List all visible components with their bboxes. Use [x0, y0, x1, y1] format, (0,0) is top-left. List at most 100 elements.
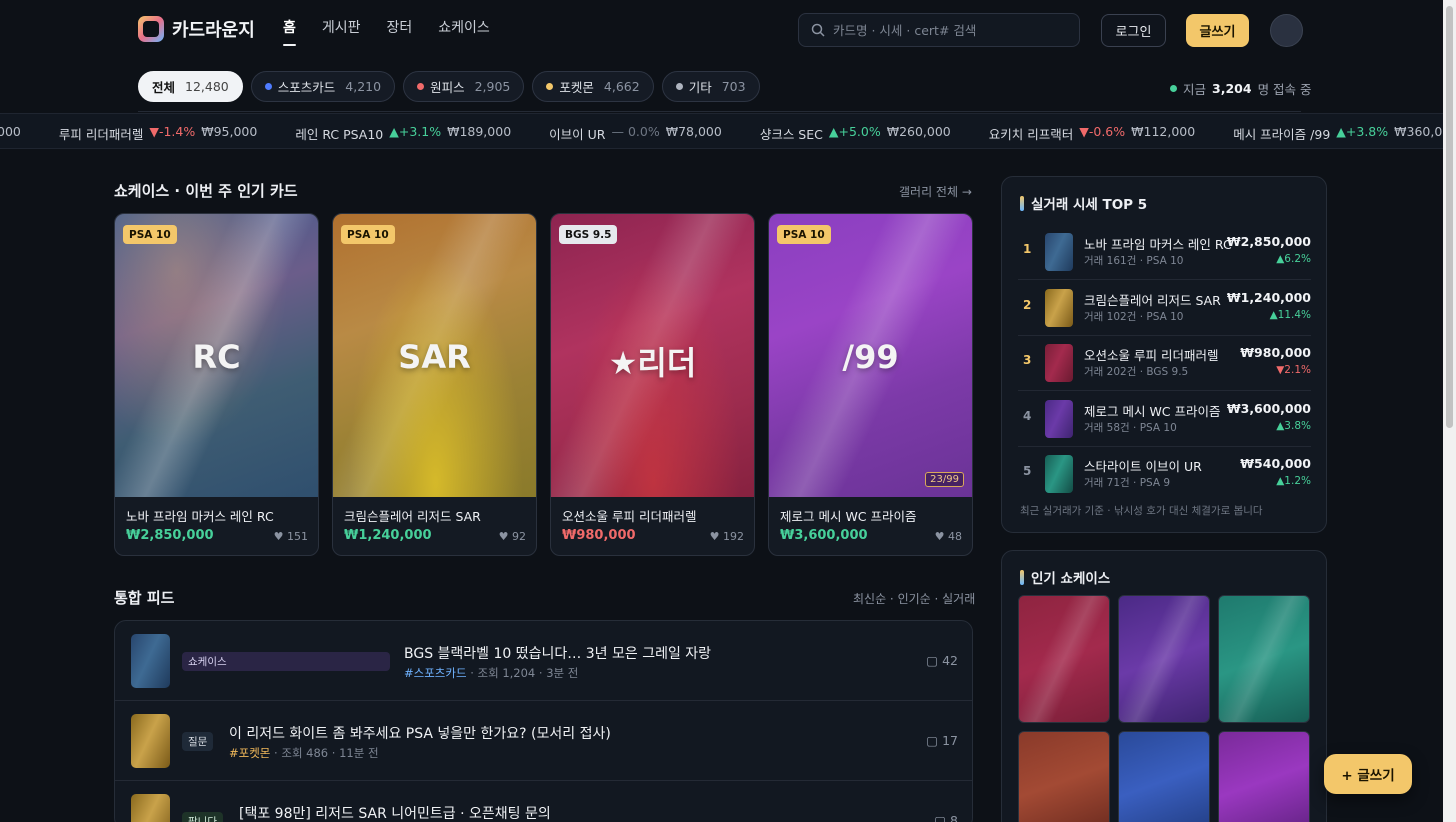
write-button[interactable]: 글쓰기: [1186, 14, 1249, 47]
rank-meta: 거래 58건 · PSA 10: [1084, 421, 1177, 434]
search-input[interactable]: [833, 22, 1063, 38]
top5-panel: 실거래 시세 TOP 5 1 노바 프라임 마커스 레인 RC 거래 161건 · …: [1001, 176, 1327, 533]
gallery-all-link[interactable]: 갤러리 전체 →: [899, 183, 972, 200]
nav-board[interactable]: 게시판: [322, 17, 361, 43]
chip-onepiece[interactable]: 원피스 2,905: [403, 71, 525, 102]
top5-title-text: 실거래 시세 TOP 5: [1031, 197, 1148, 213]
online-count: 3,204: [1212, 81, 1252, 96]
rank-price: ₩3,600,000: [1226, 400, 1311, 416]
comment-count-value: 42: [942, 653, 958, 668]
ticker-price: ₩260,000: [886, 124, 951, 139]
scrollbar[interactable]: [1443, 0, 1456, 822]
rank-row[interactable]: 4 제로그 메시 WC 프라이즘 거래 58건 · PSA 10 ₩3,600,000…: [1018, 392, 1311, 447]
main-nav: 홈 게시판 장터 쇼케이스: [283, 17, 490, 46]
showcase-tile[interactable]: [1218, 731, 1310, 822]
chip-all[interactable]: 전체 12,480: [138, 71, 243, 102]
popular-showcase-panel: 인기 쇼케이스: [1001, 550, 1327, 822]
chip-etc[interactable]: 기타 703: [661, 71, 760, 102]
login-button[interactable]: 로그인: [1101, 14, 1166, 47]
nav-showcase[interactable]: 쇼케이스: [438, 17, 490, 43]
card-code: /99: [842, 338, 899, 376]
post-title[interactable]: BGS 블랙라벨 10 떴습니다… 3년 모은 그레일 자랑: [404, 643, 711, 663]
card-likes: ♥ 192: [710, 530, 744, 543]
ticker-price: ₩189,000: [447, 124, 512, 139]
rank-change: ▲11.4%: [1269, 308, 1311, 321]
online-suffix: 명 접속 중: [1257, 82, 1312, 97]
category-filter: 전체 12,480 스포츠카드 4,210 원피스 2,905 포켓몬 4,662 기타…: [138, 71, 760, 102]
comment-icon: ▢: [934, 813, 951, 822]
nav-home[interactable]: 홈: [283, 17, 296, 46]
avatar[interactable]: [1270, 14, 1303, 47]
ticker-change: ▲+3.8%: [1336, 124, 1389, 139]
showcase-title: 쇼케이스 · 이번 주 인기 카드: [114, 182, 298, 200]
logo[interactable]: 카드라운지: [138, 16, 255, 42]
ticker-change: ▼-0.6%: [1079, 124, 1126, 139]
comment-count: ▢ 8: [934, 813, 958, 822]
card-likes: ♥ 48: [935, 530, 962, 543]
post-title[interactable]: 이 리저드 화이트 좀 봐주세요 PSA 넣을만 한가요? (모서리 접사): [229, 723, 611, 743]
post-views: 조회 1,204: [477, 666, 536, 680]
post-hashtag[interactable]: #스포츠카드: [404, 666, 467, 680]
chip-sports[interactable]: 스포츠카드 4,210: [250, 71, 396, 102]
chip-pokemon[interactable]: 포켓몬 4,662: [532, 71, 654, 102]
ticker-item[interactable]: 레인 RC PSA10 ▲+3.1% ₩189,000: [295, 124, 511, 143]
rank-meta: 거래 102건 · PSA 10: [1084, 310, 1184, 323]
heart-icon: ♥: [709, 530, 723, 543]
showcase-tile[interactable]: [1018, 595, 1110, 723]
search-box[interactable]: [798, 13, 1080, 47]
card-price: ₩3,600,000: [780, 528, 868, 543]
post-thumbnail: [131, 714, 170, 768]
ticker-item[interactable]: 요키치 리프랙터 ▼-0.6% ₩112,000: [989, 124, 1195, 143]
ticker-item[interactable]: 루피 리더패러렐 ▼-1.4% ₩95,000: [59, 124, 257, 143]
feed-list: 쇼케이스 BGS 블랙라벨 10 떴습니다… 3년 모은 그레일 자랑 #스포츠…: [114, 620, 973, 822]
ticker-item[interactable]: 이브이 UR — 0.0% ₩78,000: [549, 124, 722, 143]
showcase-tile[interactable]: [1018, 731, 1110, 822]
chip-label: 스포츠카드: [277, 80, 336, 95]
showcase-tile[interactable]: [1118, 731, 1210, 822]
floating-write-button[interactable]: + 글쓰기: [1324, 754, 1412, 794]
post-title[interactable]: [택포 98만] 리저드 SAR 니어민트급 · 오픈채팅 문의: [239, 803, 551, 822]
showcase-card[interactable]: PSA 10 SAR 크림슨플레어 리저드 SAR ₩1,240,000 ♥ 9…: [332, 213, 537, 556]
card-name: 오션소울 루피 리더패러렐: [562, 509, 697, 524]
chip-label: 기타: [688, 80, 712, 95]
card-name: 노바 프라임 마커스 레인 RC: [126, 509, 274, 524]
rank-name: 노바 프라임 마커스 레인 RC: [1084, 237, 1232, 252]
feed-item[interactable]: 질문 이 리저드 화이트 좀 봐주세요 PSA 넣을만 한가요? (모서리 접사…: [115, 701, 972, 781]
card-name: 크림슨플레어 리저드 SAR: [344, 509, 481, 524]
heart-icon: ♥: [498, 530, 512, 543]
post-hashtag[interactable]: #포켓몬: [229, 746, 270, 760]
showcase-tile[interactable]: [1218, 595, 1310, 723]
feed-item[interactable]: 쇼케이스 BGS 블랙라벨 10 떴습니다… 3년 모은 그레일 자랑 #스포츠…: [115, 621, 972, 701]
ticker-price: 000: [0, 124, 21, 139]
rank-row[interactable]: 2 크림슨플레어 리저드 SAR 거래 102건 · PSA 10 ₩1,240,00…: [1018, 281, 1311, 336]
ticker-item[interactable]: 000: [0, 124, 21, 143]
nav-market[interactable]: 장터: [387, 17, 413, 43]
showcase-card[interactable]: PSA 10 RC 노바 프라임 마커스 레인 RC ₩2,850,000 ♥ …: [114, 213, 319, 556]
rank-row[interactable]: 3 오션소울 루피 리더패러렐 거래 202건 · BGS 9.5 ₩980,000 ▼…: [1018, 336, 1311, 391]
card-likes: ♥ 92: [499, 530, 526, 543]
showcase-card[interactable]: PSA 10 /99 23/99 제로그 메시 WC 프라이즘 ₩3,600,0…: [768, 213, 973, 556]
divider: [138, 111, 1301, 112]
card-code: ★리더: [608, 344, 697, 382]
ticker-item[interactable]: 샹크스 SEC ▲+5.0% ₩260,000: [760, 124, 951, 143]
rank-thumbnail: [1045, 399, 1073, 438]
card-code: RC: [192, 338, 241, 376]
popular-showcase-title: 인기 쇼케이스: [1020, 567, 1110, 587]
showcase-tile[interactable]: [1118, 595, 1210, 723]
card-likes: ♥ 151: [274, 530, 308, 543]
feed-item[interactable]: 팝니다 [택포 98만] 리저드 SAR 니어민트급 · 오픈채팅 문의 ▢ 8: [115, 781, 972, 822]
ticker-track: 000 루피 리더패러렐 ▼-1.4% ₩95,000 레인 RC PSA10 ▲+3.1…: [0, 124, 1456, 143]
post-tag: 질문: [182, 732, 214, 751]
ticker-item[interactable]: 메시 프라이즘 /99 ▲+3.8% ₩360,000: [1233, 124, 1456, 143]
showcase-card[interactable]: BGS 9.5 ★리더 오션소울 루피 리더패러렐 ₩980,000 ♥ 192: [550, 213, 755, 556]
likes-count: 151: [287, 530, 308, 543]
scrollbar-thumb[interactable]: [1446, 6, 1453, 428]
etc-dot-icon: [675, 83, 683, 90]
accent-bar-icon: [1020, 569, 1024, 585]
rank-row[interactable]: 5 스타라이트 이브이 UR 거래 71건 · PSA 9 ₩540,000 ▲1.2%: [1018, 447, 1311, 502]
grade-badge: BGS 9.5: [559, 225, 618, 244]
feed-sort[interactable]: 최신순 · 인기순 · 실거래: [853, 590, 975, 607]
rank-row[interactable]: 1 노바 프라임 마커스 레인 RC 거래 161건 · PSA 10 ₩2,850,…: [1018, 225, 1311, 280]
rank-thumbnail: [1045, 233, 1073, 271]
post-tag: 팝니다: [182, 812, 223, 822]
